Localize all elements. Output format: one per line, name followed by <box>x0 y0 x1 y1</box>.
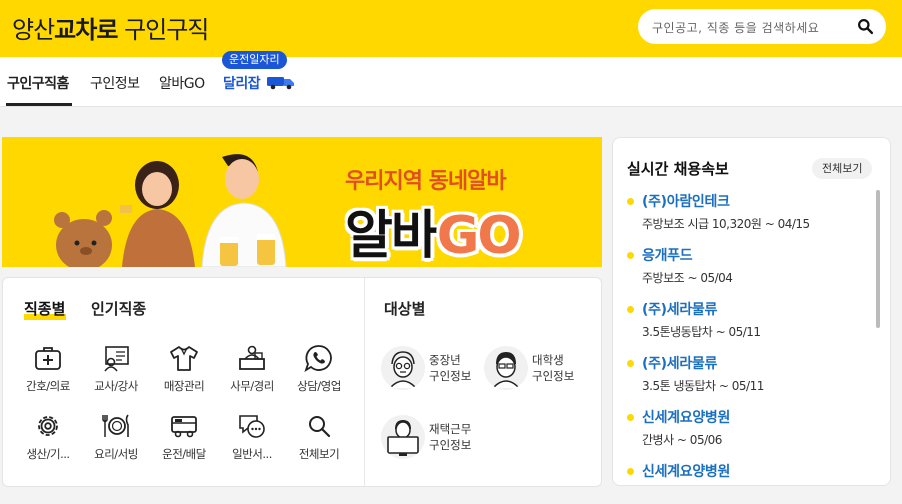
teacher-board-icon <box>104 346 129 372</box>
tab-by-category[interactable]: 직종별 <box>24 298 65 319</box>
target-line2: 구인정보 <box>429 438 472 452</box>
target-line1: 대학생 <box>532 353 564 367</box>
realtime-detail: 3.5톤 냉동탑차 ~ 05/11 <box>642 379 764 393</box>
truck-icon <box>171 416 197 438</box>
category-cooking[interactable]: 요리/서빙 <box>86 412 146 466</box>
bullet-dot <box>627 306 634 313</box>
tab-by-target[interactable]: 대상별 <box>384 298 425 319</box>
category-label: 전체보기 <box>298 447 340 461</box>
realtime-item[interactable]: 신세계요양병원 <box>613 460 873 485</box>
category-label: 교사/강사 <box>94 379 138 393</box>
search-icon[interactable] <box>857 18 874 35</box>
shirt-icon <box>170 346 198 371</box>
remote-worker-icon <box>381 415 425 459</box>
category-label: 간호/의료 <box>26 379 70 393</box>
target-line1: 중장년 <box>429 353 461 367</box>
banner-brand-text: 알바GO <box>345 193 522 267</box>
realtime-company[interactable]: 응개푸드 <box>642 245 693 265</box>
top-header: 양산교차로 구인구직 구인공고, 직종 등을 검색하세요 <box>0 0 902 57</box>
category-driving[interactable]: 운전/배달 <box>154 412 214 466</box>
student-avatar-icon <box>484 346 528 390</box>
realtime-item[interactable]: (주)아람인테크 주방보조 시급 10,320원 ~ 04/15 <box>613 190 873 244</box>
banner-headline: 우리지역 동네알바 <box>345 169 507 194</box>
category-label: 운전/배달 <box>162 447 206 461</box>
category-label: 요리/서빙 <box>94 447 138 461</box>
banner-characters-illustration <box>54 154 287 267</box>
office-desk-icon <box>239 345 265 370</box>
brand-name: 교차로 <box>54 16 118 44</box>
banner-brand-alba: 알바 <box>345 206 439 266</box>
realtime-company[interactable]: 신세계요양병원 <box>642 407 730 427</box>
nav-dallijob[interactable]: 달리잡 <box>223 73 261 93</box>
target-line2: 구인정보 <box>532 369 575 383</box>
search-input[interactable]: 구인공고, 직종 등을 검색하세요 <box>652 19 819 36</box>
realtime-detail: 3.5톤냉동탑차 ~ 05/11 <box>642 325 761 339</box>
search-icon <box>309 416 331 438</box>
medical-kit-icon <box>35 347 61 370</box>
realtime-detail: 간병사 ~ 05/06 <box>642 433 722 447</box>
category-label: 생산/기... <box>26 447 70 461</box>
category-view-all[interactable]: 전체보기 <box>289 412 349 466</box>
senior-avatar-icon <box>381 346 425 390</box>
bullet-dot <box>627 252 634 259</box>
realtime-company[interactable]: 신세계요양병원 <box>642 461 730 481</box>
nav-albago[interactable]: 알바GO <box>159 73 205 93</box>
target-remote-label: 재택근무구인정보 <box>429 421 471 453</box>
brand-service: 구인구직 <box>124 16 209 44</box>
realtime-item[interactable]: 응개푸드 주방보조 ~ 05/04 <box>613 244 873 298</box>
target-line2: 구인정보 <box>429 369 472 383</box>
realtime-jobs-panel: 실시간 채용속보 전체보기 (주)아람인테크 주방보조 시급 10,320원 ~… <box>612 137 891 486</box>
tab-popular-jobs[interactable]: 인기직종 <box>91 298 146 319</box>
target-senior[interactable]: 중장년구인정보 <box>381 346 481 394</box>
realtime-company[interactable]: (주)세라물류 <box>642 299 717 319</box>
driving-jobs-badge: 운전일자리 <box>222 51 287 69</box>
panel-divider <box>364 278 365 486</box>
realtime-item[interactable]: (주)세라물류 3.5톤 냉동탑차 ~ 05/11 <box>613 352 873 406</box>
brand-logo[interactable]: 양산교차로 구인구직 <box>12 10 209 45</box>
realtime-detail: 주방보조 시급 10,320원 ~ 04/15 <box>642 217 810 231</box>
realtime-title: 실시간 채용속보 <box>627 160 729 178</box>
realtime-company[interactable]: (주)세라물류 <box>642 353 717 373</box>
category-label: 일반서... <box>232 447 272 461</box>
bullet-dot <box>627 360 634 367</box>
brand-region: 양산 <box>12 16 55 44</box>
target-line1: 재택근무 <box>429 422 472 436</box>
phone-chat-icon <box>304 345 332 372</box>
bullet-dot <box>627 414 634 421</box>
job-category-panel: 직종별 인기직종 간호/의료 교사/강사 매장관리 사무/경리 상담/영업 생산… <box>2 277 602 487</box>
realtime-company[interactable]: (주)아람인테크 <box>642 191 730 211</box>
banner-brand-go: GO <box>436 206 522 266</box>
nav-job-info[interactable]: 구인정보 <box>90 73 140 93</box>
delivery-truck-icon <box>267 77 294 90</box>
category-label: 상담/영업 <box>297 379 341 393</box>
utensils-icon <box>102 414 129 437</box>
bullet-dot <box>627 468 634 475</box>
realtime-view-all-button[interactable]: 전체보기 <box>812 158 873 179</box>
category-store[interactable]: 매장관리 <box>154 344 214 398</box>
search-box[interactable]: 구인공고, 직종 등을 검색하세요 <box>638 9 886 44</box>
category-office[interactable]: 사무/경리 <box>222 344 282 398</box>
category-consulting[interactable]: 상담/영업 <box>289 344 349 398</box>
category-teacher[interactable]: 교사/강사 <box>86 344 146 398</box>
active-tab-indicator <box>6 103 72 106</box>
category-medical[interactable]: 간호/의료 <box>18 344 78 398</box>
target-student[interactable]: 대학생구인정보 <box>484 346 594 394</box>
chat-bubble-icon <box>239 415 265 438</box>
realtime-item[interactable]: 신세계요양병원 간병사 ~ 05/06 <box>613 406 873 460</box>
realtime-detail: 주방보조 ~ 05/04 <box>642 271 733 285</box>
albago-banner[interactable]: 우리지역 동네알바 알바GO <box>2 137 602 267</box>
realtime-scrollbar[interactable] <box>876 190 880 328</box>
target-student-label: 대학생구인정보 <box>532 352 574 384</box>
category-label: 매장관리 <box>163 379 205 393</box>
category-general-service[interactable]: 일반서... <box>222 412 282 466</box>
bullet-dot <box>627 198 634 205</box>
target-senior-label: 중장년구인정보 <box>429 352 471 384</box>
category-production[interactable]: 생산/기... <box>18 412 78 466</box>
nav-job-home[interactable]: 구인구직홈 <box>7 73 69 93</box>
target-remote[interactable]: 재택근무구인정보 <box>381 415 491 463</box>
main-nav: 구인구직홈 구인정보 알바GO 달리잡 <box>0 57 902 107</box>
gear-icon <box>38 416 58 436</box>
category-label: 사무/경리 <box>230 379 274 393</box>
realtime-item[interactable]: (주)세라물류 3.5톤냉동탑차 ~ 05/11 <box>613 298 873 352</box>
